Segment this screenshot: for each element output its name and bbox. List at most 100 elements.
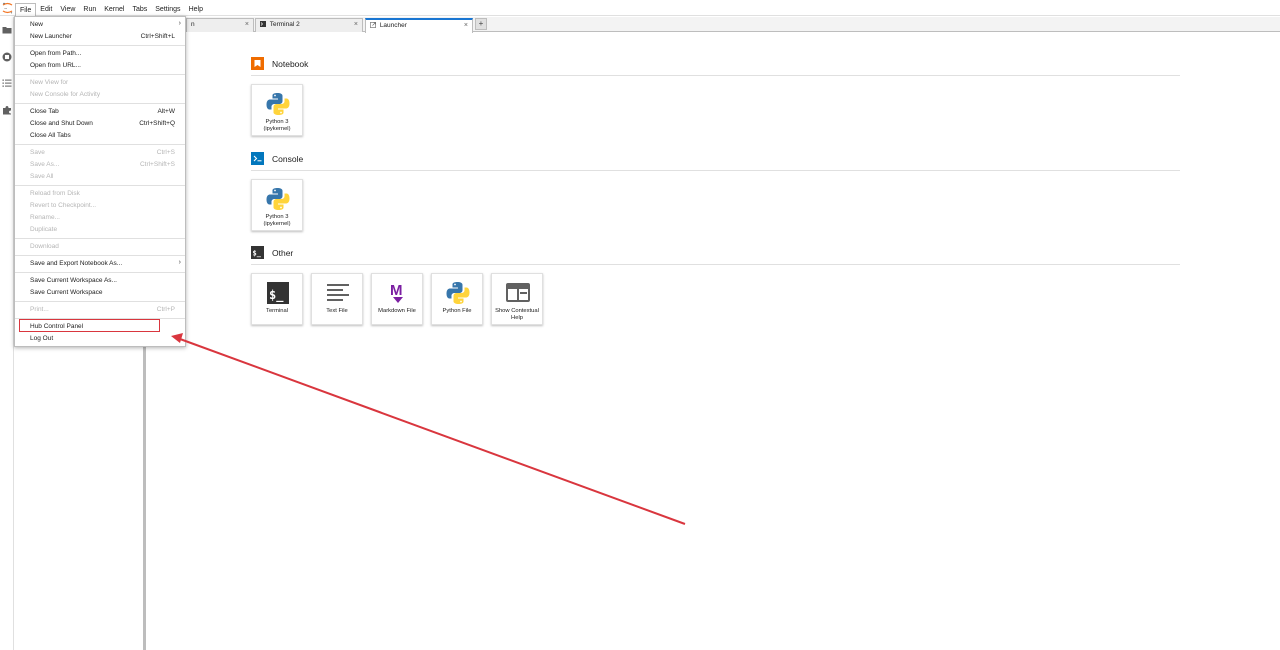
svg-text:~: ~: [4, 6, 7, 11]
launcher-card-text-file[interactable]: Text File: [311, 273, 363, 325]
menu-item-shortcut: Ctrl+P: [156, 306, 175, 313]
menu-item-open-from-path[interactable]: Open from Path...: [15, 48, 185, 60]
close-icon[interactable]: ×: [245, 19, 249, 31]
menu-item-duplicate[interactable]: Duplicate: [15, 224, 185, 236]
folder-icon[interactable]: [2, 25, 12, 35]
launcher-icon: [370, 22, 376, 28]
tab-bar: n × Terminal 2 × Launcher × +: [146, 17, 1280, 33]
menu-item-label: Download: [30, 243, 59, 250]
menu-item-label: Close and Shut Down: [30, 120, 93, 127]
section-divider: [251, 264, 1180, 265]
menu-item-label: Close All Tabs: [30, 132, 71, 139]
menu-view[interactable]: View: [56, 3, 79, 16]
menu-item-shortcut: Ctrl+Shift+S: [139, 161, 175, 168]
python-icon: [266, 188, 290, 210]
menu-item-save[interactable]: Save Ctrl+S: [15, 147, 185, 159]
menu-item-new[interactable]: New ›: [15, 19, 185, 31]
section-divider: [251, 170, 1180, 171]
tab-label: Launcher: [379, 22, 407, 29]
menu-item-print[interactable]: Print... Ctrl+P: [15, 304, 185, 316]
menu-item-save-as[interactable]: Save As... Ctrl+Shift+S: [15, 159, 185, 171]
menu-item-label: Close Tab: [30, 108, 59, 115]
python-icon: [446, 282, 470, 304]
markdown-icon: M: [390, 282, 403, 303]
menu-separator: [15, 255, 185, 256]
launcher-card-notebook-python3[interactable]: Python 3 (ipykernel): [251, 84, 303, 136]
menu-item-save-all[interactable]: Save All: [15, 171, 185, 183]
menu-item-close-all-tabs[interactable]: Close All Tabs: [15, 130, 185, 142]
menu-item-shortcut: Ctrl+S: [156, 149, 175, 156]
card-label: Text File: [326, 308, 348, 314]
menu-separator: [15, 144, 185, 145]
contextual-help-icon: [506, 283, 530, 302]
menu-edit[interactable]: Edit: [36, 3, 56, 16]
terminal-icon: $_: [267, 282, 289, 304]
section-title: Other: [272, 248, 294, 258]
section-divider: [251, 75, 1180, 76]
menu-item-close-and-shut-down[interactable]: Close and Shut Down Ctrl+Shift+Q: [15, 118, 185, 130]
menu-item-label: New: [30, 21, 44, 28]
close-icon[interactable]: ×: [464, 20, 468, 31]
launcher-card-contextual-help[interactable]: Show Contextual Help: [491, 273, 543, 325]
text-file-icon: [327, 284, 349, 301]
card-label: Show Contextual Help: [495, 308, 539, 321]
menu-item-label: Duplicate: [30, 226, 58, 233]
card-label: Python File: [442, 308, 472, 314]
menu-help[interactable]: Help: [185, 3, 207, 16]
menu-separator: [15, 238, 185, 239]
menu-item-revert-to-checkpoint[interactable]: Revert to Checkpoint...: [15, 200, 185, 212]
launcher-card-python-file[interactable]: Python File: [431, 273, 483, 325]
menu-item-close-tab[interactable]: Close Tab Alt+W: [15, 106, 185, 118]
add-tab-button[interactable]: +: [475, 18, 487, 30]
menu-separator: [15, 272, 185, 273]
menu-item-label: Print...: [30, 306, 49, 313]
console-section-header: Console: [251, 152, 1181, 171]
jupyter-logo-icon[interactable]: ~: [2, 2, 13, 14]
menu-item-shortcut: Alt+W: [157, 108, 175, 115]
svg-text:M: M: [390, 282, 403, 299]
menu-item-label: Open from URL...: [30, 62, 81, 69]
menu-separator: [15, 185, 185, 186]
card-label: Terminal: [266, 308, 288, 314]
menu-item-label: New Launcher: [30, 33, 72, 40]
menu-item-download[interactable]: Download: [15, 241, 185, 253]
menu-bar: File Edit View Run Kernel Tabs Settings …: [15, 3, 207, 16]
tab-notebook[interactable]: n ×: [186, 18, 254, 32]
menu-item-reload-from-disk[interactable]: Reload from Disk: [15, 188, 185, 200]
close-icon[interactable]: ×: [354, 19, 358, 31]
extension-manager-icon[interactable]: [2, 105, 12, 115]
terminal-icon: [260, 21, 266, 27]
menu-settings[interactable]: Settings: [151, 3, 184, 16]
tab-terminal-2[interactable]: Terminal 2 ×: [255, 18, 363, 32]
menu-item-label: Log Out: [30, 335, 54, 342]
table-of-contents-icon[interactable]: [2, 78, 12, 88]
menu-item-new-view-for[interactable]: New View for: [15, 77, 185, 89]
menu-item-new-launcher[interactable]: New Launcher Ctrl+Shift+L: [15, 31, 185, 43]
menu-item-new-console-for-activity[interactable]: New Console for Activity: [15, 89, 185, 101]
menu-separator: [15, 103, 185, 104]
menu-file[interactable]: File: [15, 3, 37, 16]
section-title: Notebook: [272, 59, 309, 69]
menu-item-save-and-export[interactable]: Save and Export Notebook As... ›: [15, 258, 185, 270]
launcher-card-terminal[interactable]: $_ Terminal: [251, 273, 303, 325]
menu-item-save-workspace[interactable]: Save Current Workspace: [15, 287, 185, 299]
menu-run[interactable]: Run: [79, 3, 100, 16]
launcher-card-markdown-file[interactable]: M Markdown File: [371, 273, 423, 325]
menu-item-shortcut: Ctrl+Shift+L: [140, 33, 175, 40]
tab-launcher[interactable]: Launcher ×: [365, 18, 473, 33]
launcher-card-console-python3[interactable]: Python 3 (ipykernel): [251, 179, 303, 231]
menu-item-open-from-url[interactable]: Open from URL...: [15, 60, 185, 72]
other-terminal-icon: $_: [251, 246, 264, 259]
card-label: Python 3 (ipykernel): [263, 214, 291, 227]
menu-item-save-workspace-as[interactable]: Save Current Workspace As...: [15, 275, 185, 287]
menu-item-shortcut: Ctrl+Shift+Q: [139, 120, 175, 127]
console-icon: [251, 152, 264, 165]
menu-kernel[interactable]: Kernel: [100, 3, 128, 16]
menu-separator: [15, 45, 185, 46]
menu-tabs[interactable]: Tabs: [128, 3, 151, 16]
menu-item-label: Reload from Disk: [30, 190, 80, 197]
menu-item-label: Save: [30, 149, 45, 156]
running-sessions-icon[interactable]: [2, 52, 12, 62]
menu-item-log-out[interactable]: Log Out: [15, 333, 185, 345]
menu-item-rename[interactable]: Rename...: [15, 212, 185, 224]
